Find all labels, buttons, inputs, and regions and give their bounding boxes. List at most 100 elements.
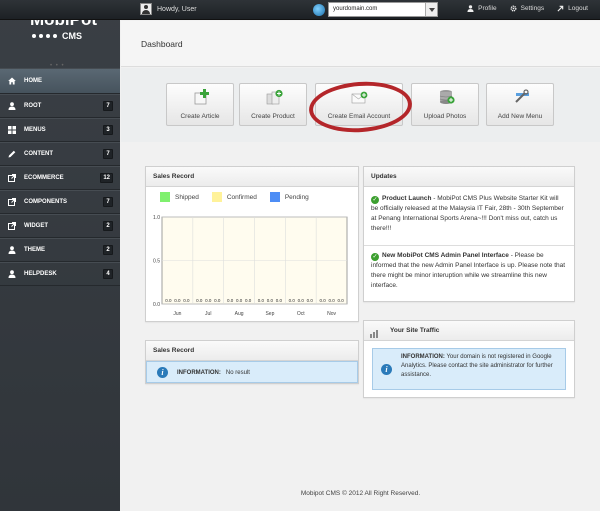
sidebar-item-root[interactable]: ROOT 7 bbox=[0, 94, 120, 118]
avatar-icon bbox=[140, 3, 152, 15]
check-icon: ✓ bbox=[371, 196, 379, 204]
document-add-icon bbox=[193, 89, 211, 105]
domain-select[interactable]: yourdomain.com bbox=[328, 2, 438, 17]
sidebar-item-theme[interactable]: THEME 2 bbox=[0, 238, 120, 262]
sidebar-separator: • • • bbox=[50, 63, 65, 69]
user-icon bbox=[8, 102, 16, 110]
sidebar-item-label: HOME bbox=[24, 78, 42, 84]
widget-title-text: Your Site Traffic bbox=[390, 327, 440, 334]
info-label: INFORMATION: bbox=[177, 370, 221, 376]
external-icon bbox=[8, 222, 16, 230]
data-label: 0.0 bbox=[298, 298, 305, 303]
sidebar-item-label: WIDGET bbox=[24, 223, 48, 229]
count-badge: 2 bbox=[103, 221, 113, 231]
footer: Mobipot CMS © 2012 All Right Reserved. bbox=[300, 490, 421, 497]
sidebar-item-widget[interactable]: WIDGET 2 bbox=[0, 214, 120, 238]
sidebar-item-label: THEME bbox=[24, 247, 45, 253]
settings-label: Settings bbox=[520, 5, 545, 12]
updates-widget: Updates ✓ Product Launch - MobiPot CMS Pl… bbox=[363, 166, 575, 302]
sidebar-item-content[interactable]: CONTENT 7 bbox=[0, 142, 120, 166]
sidebar-item-menus[interactable]: MENUS 3 bbox=[0, 118, 120, 142]
sidebar-item-components[interactable]: COMPONENTS 7 bbox=[0, 190, 120, 214]
x-tick-label: Nov bbox=[327, 311, 336, 317]
info-box: i INFORMATION: No result bbox=[146, 361, 358, 383]
x-tick-label: Oct bbox=[297, 311, 305, 317]
chevron-down-icon[interactable] bbox=[425, 3, 437, 16]
legend-swatch bbox=[269, 192, 280, 202]
count-badge: 3 bbox=[103, 125, 113, 135]
legend-item-pending: Pending bbox=[269, 192, 309, 202]
divider bbox=[364, 245, 574, 246]
logo-sub: CMS bbox=[62, 31, 82, 41]
widget-title: Updates bbox=[364, 167, 574, 187]
count-badge: 7 bbox=[103, 101, 113, 111]
data-label: 0.0 bbox=[258, 298, 265, 303]
data-label: 0.0 bbox=[245, 298, 252, 303]
globe-icon bbox=[313, 3, 325, 16]
logo-dot bbox=[46, 34, 50, 38]
logout-label: Logout bbox=[568, 5, 588, 12]
page-title: Dashboard bbox=[141, 39, 183, 49]
shortcut-label: Create Product bbox=[251, 113, 295, 120]
external-icon bbox=[8, 198, 16, 206]
data-label: 0.0 bbox=[214, 298, 221, 303]
count-badge: 7 bbox=[103, 149, 113, 159]
data-label: 0.0 bbox=[276, 298, 283, 303]
sales-record-info-widget: Sales Record i INFORMATION: No result bbox=[145, 340, 359, 384]
data-label: 0.0 bbox=[196, 298, 203, 303]
domain-selector: yourdomain.com bbox=[313, 2, 438, 17]
grid-icon bbox=[8, 126, 16, 134]
user-icon bbox=[8, 270, 16, 278]
sidebar: MobiPot CMS • • • HOME ROOT 7 MENUS 3 CO… bbox=[0, 0, 120, 511]
profile-link[interactable]: Profile bbox=[467, 5, 497, 12]
top-bar: Howdy, User yourdomain.com Profile Setti… bbox=[0, 0, 600, 20]
add-new-menu-button[interactable]: Add New Menu bbox=[486, 83, 554, 126]
sidebar-item-home[interactable]: HOME bbox=[0, 68, 120, 94]
update-heading: New MobiPot CMS Admin Panel Interface bbox=[382, 252, 509, 259]
domain-value: yourdomain.com bbox=[333, 6, 378, 12]
x-tick-label: Sep bbox=[265, 311, 274, 317]
create-product-button[interactable]: Create Product bbox=[239, 83, 307, 126]
settings-link[interactable]: Settings bbox=[510, 5, 545, 12]
pencil-icon bbox=[8, 150, 16, 158]
legend-item-confirmed: Confirmed bbox=[211, 192, 257, 202]
logo-dot bbox=[53, 34, 57, 38]
shortcut-label: Add New Menu bbox=[497, 113, 543, 120]
info-text: INFORMATION: No result bbox=[177, 369, 250, 378]
sidebar-item-helpdesk[interactable]: HELPDESK 4 bbox=[0, 262, 120, 286]
data-label: 0.0 bbox=[165, 298, 172, 303]
data-label: 0.0 bbox=[174, 298, 181, 303]
site-traffic-widget: Your Site Traffic i INFORMATION: Your do… bbox=[363, 320, 575, 398]
page-header: Dashboard bbox=[121, 21, 600, 67]
sidebar-item-label: ECOMMERCE bbox=[24, 175, 64, 181]
y-tick-label: 1.0 bbox=[153, 215, 160, 221]
shortcut-bar: Create Article Create Product Create Ema… bbox=[121, 68, 600, 142]
shortcut-label: Create Email Account bbox=[327, 113, 391, 120]
sidebar-item-label: MENUS bbox=[24, 127, 46, 133]
widget-title: Sales Record bbox=[146, 341, 358, 361]
create-article-button[interactable]: Create Article bbox=[166, 83, 234, 126]
x-tick-label: Jun bbox=[173, 311, 181, 317]
bar-chart-icon bbox=[370, 327, 378, 338]
user-icon bbox=[8, 246, 16, 254]
legend-label: Confirmed bbox=[226, 193, 257, 201]
create-email-account-button[interactable]: Create Email Account bbox=[315, 83, 403, 126]
x-tick-label: Jul bbox=[205, 311, 211, 317]
legend-swatch bbox=[160, 192, 170, 202]
legend-swatch bbox=[211, 192, 222, 202]
database-upload-icon bbox=[438, 89, 456, 105]
logout-arrow-icon bbox=[557, 5, 564, 12]
widget-title: Sales Record bbox=[146, 167, 358, 187]
data-label: 0.0 bbox=[227, 298, 234, 303]
data-label: 0.0 bbox=[267, 298, 274, 303]
user-greeting[interactable]: Howdy, User bbox=[140, 3, 197, 15]
logout-link[interactable]: Logout bbox=[557, 5, 588, 12]
upload-photos-button[interactable]: Upload Photos bbox=[411, 83, 479, 126]
top-links: Profile Settings Logout bbox=[467, 5, 588, 12]
sidebar-item-label: HELPDESK bbox=[24, 271, 57, 277]
product-add-icon bbox=[266, 89, 284, 105]
data-label: 0.0 bbox=[337, 298, 344, 303]
logo-dot bbox=[39, 34, 43, 38]
sales-chart: 1.00.50.0Jun0.0 0.0 0.0Jul0.0 0.0 0.0Aug0.0 0… bbox=[153, 215, 348, 317]
sidebar-item-ecommerce[interactable]: ECOMMERCE 12 bbox=[0, 166, 120, 190]
